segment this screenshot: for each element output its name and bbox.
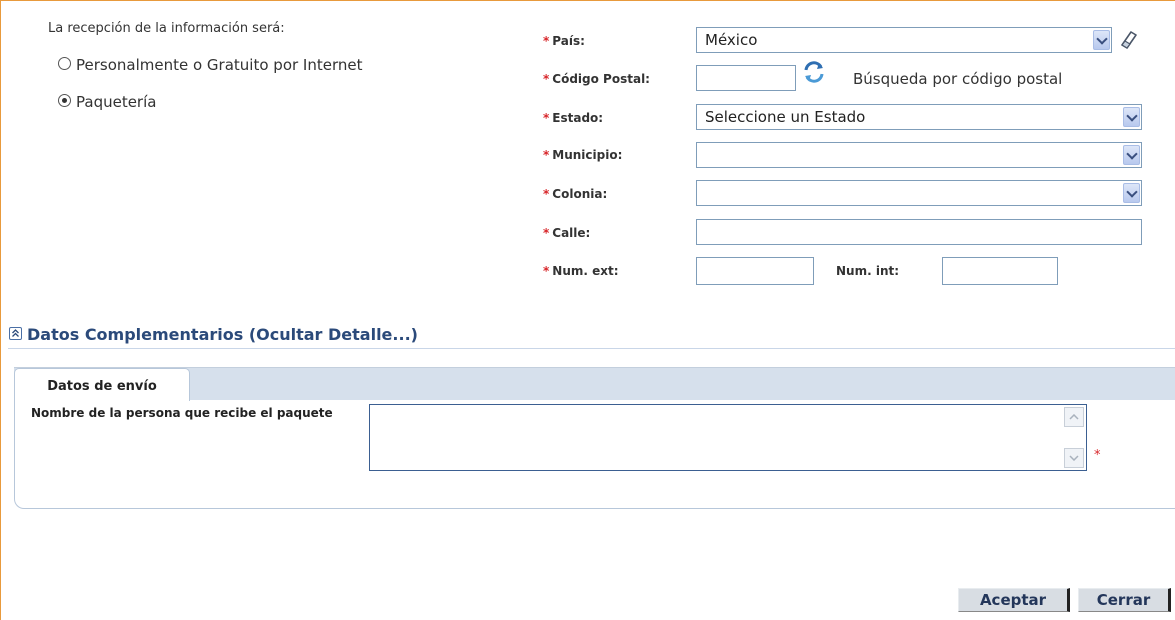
calle-input[interactable]: [696, 219, 1142, 245]
radio-paqueteria-label[interactable]: Paquetería: [76, 93, 156, 111]
calle-label-text: Calle:: [552, 226, 591, 240]
frame-left-border: [0, 0, 1, 620]
chevron-down-icon[interactable]: [1123, 107, 1140, 127]
chevron-down-icon[interactable]: [1123, 145, 1140, 165]
recipient-required-mark: *: [1094, 448, 1101, 463]
required-mark: *: [543, 148, 550, 162]
tab-datos-envio[interactable]: Datos de envío: [14, 368, 190, 401]
colonia-select[interactable]: [696, 180, 1142, 206]
scroll-down-icon[interactable]: [1064, 448, 1084, 468]
cp-search-link[interactable]: Búsqueda por código postal: [853, 70, 1062, 88]
recipient-textarea[interactable]: [369, 404, 1087, 471]
section-title[interactable]: Datos Complementarios (Ocultar Detalle..…: [27, 325, 418, 344]
radio-selected-dot: [62, 98, 67, 103]
cp-label-text: Código Postal:: [552, 72, 650, 86]
eraser-icon[interactable]: [1116, 27, 1138, 49]
pais-select-value: México: [705, 31, 758, 49]
colonia-label-text: Colonia:: [552, 187, 608, 201]
num-ext-input[interactable]: [696, 257, 814, 285]
radio-paqueteria[interactable]: [58, 94, 71, 107]
municipio-select[interactable]: [696, 142, 1142, 168]
collapse-icon[interactable]: [9, 327, 22, 340]
cp-label: * Código Postal:: [543, 72, 650, 86]
required-mark: *: [543, 264, 550, 278]
estado-select-value: Seleccione un Estado: [705, 108, 866, 126]
textarea-scrollbar[interactable]: [1064, 407, 1084, 468]
municipio-label-text: Municipio:: [552, 148, 623, 162]
colonia-label: * Colonia:: [543, 187, 607, 201]
num-int-label: Num. int:: [836, 264, 900, 278]
municipio-label: * Municipio:: [543, 148, 622, 162]
estado-label-text: Estado:: [552, 111, 604, 125]
required-mark: *: [543, 111, 550, 125]
required-mark: *: [543, 34, 550, 48]
refresh-icon[interactable]: [802, 60, 826, 84]
required-mark: *: [543, 226, 550, 240]
pais-label: * País:: [543, 34, 585, 48]
pais-label-text: País:: [552, 34, 585, 48]
chevron-down-icon[interactable]: [1093, 30, 1110, 50]
scroll-up-icon[interactable]: [1064, 407, 1084, 427]
required-mark: *: [543, 72, 550, 86]
radio-personal[interactable]: [58, 57, 71, 70]
estado-select[interactable]: Seleccione un Estado: [696, 104, 1142, 130]
accept-button[interactable]: Aceptar: [958, 588, 1070, 612]
radio-personal-label[interactable]: Personalmente o Gratuito por Internet: [76, 56, 363, 74]
num-int-input[interactable]: [942, 257, 1058, 285]
pais-select[interactable]: México: [696, 27, 1112, 53]
reception-heading: La recepción de la información será:: [48, 21, 285, 36]
num-ext-label: * Num. ext:: [543, 264, 619, 278]
calle-label: * Calle:: [543, 226, 590, 240]
cp-input[interactable]: [696, 65, 796, 91]
recipient-label: Nombre de la persona que recibe el paque…: [31, 406, 333, 420]
frame-top-border: [0, 0, 1175, 1]
num-ext-label-text: Num. ext:: [552, 264, 619, 278]
chevron-down-icon[interactable]: [1123, 183, 1140, 203]
close-button[interactable]: Cerrar: [1078, 588, 1171, 612]
estado-label: * Estado:: [543, 111, 603, 125]
required-mark: *: [543, 187, 550, 201]
